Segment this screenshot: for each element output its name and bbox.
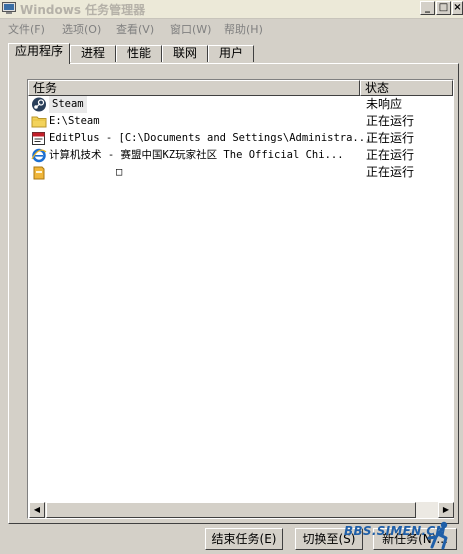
tab-users[interactable]: 用户	[208, 45, 254, 62]
menu-bar: 文件(F) 选项(O) 查看(V) 窗口(W) 帮助(H)	[0, 19, 463, 37]
list-item[interactable]: E:\Steam 正在运行	[28, 113, 453, 130]
menu-help[interactable]: 帮助(H)	[224, 21, 263, 37]
title-bar[interactable]: Windows 任务管理器 _ □ ×	[0, 0, 463, 19]
task-status: 正在运行	[366, 148, 415, 162]
scroll-right-icon[interactable]: ▶	[438, 502, 454, 518]
application-icon	[33, 166, 45, 180]
menu-window[interactable]: 窗口(W)	[170, 21, 211, 37]
scroll-thumb[interactable]	[46, 502, 416, 518]
editplus-icon	[32, 132, 45, 145]
site-watermark: BBS.SIMEN.CN	[340, 520, 460, 550]
tab-networking[interactable]: 联网	[162, 45, 208, 62]
restore-button[interactable]: □	[436, 1, 451, 15]
task-status: 未响应	[366, 97, 403, 111]
task-name: 计算机技术 - 赛盟中国KZ玩家社区 The Official Chi...	[49, 149, 344, 161]
steam-icon	[32, 97, 46, 112]
end-task-button[interactable]: 结束任务(E)	[205, 528, 283, 550]
menu-options[interactable]: 选项(O)	[62, 21, 101, 37]
menu-view[interactable]: 查看(V)	[116, 21, 154, 37]
list-item[interactable]: Steam 未响应	[28, 96, 453, 113]
task-status: 正在运行	[366, 165, 415, 179]
list-item[interactable]: □ 正在运行	[28, 164, 453, 181]
menu-file[interactable]: 文件(F)	[8, 21, 45, 37]
ie-icon	[31, 148, 47, 163]
task-name: EditPlus - [C:\Documents and Settings\Ad…	[49, 132, 372, 144]
tab-performance[interactable]: 性能	[116, 45, 162, 62]
folder-icon	[31, 116, 47, 128]
minimize-button[interactable]: _	[420, 1, 435, 15]
task-name: □	[116, 166, 123, 178]
tab-processes[interactable]: 进程	[70, 45, 116, 62]
list-item[interactable]: EditPlus - [C:\Documents and Settings\Ad…	[28, 130, 453, 147]
task-status: 正在运行	[366, 114, 415, 128]
task-name: E:\Steam	[49, 115, 100, 127]
task-status: 正在运行	[366, 131, 415, 145]
task-manager-icon	[2, 2, 16, 14]
list-item[interactable]: 计算机技术 - 赛盟中国KZ玩家社区 The Official Chi... 正…	[28, 147, 453, 164]
horizontal-scrollbar[interactable]: ◀ ▶	[29, 502, 454, 518]
task-name: Steam	[49, 96, 87, 113]
scroll-left-icon[interactable]: ◀	[29, 502, 45, 518]
window-title: Windows 任务管理器	[20, 3, 146, 17]
column-header-status[interactable]: 状态	[360, 80, 453, 96]
runner-logo-icon	[427, 521, 448, 550]
close-button[interactable]: ×	[452, 1, 463, 15]
tab-applications[interactable]: 应用程序	[8, 43, 70, 64]
task-list[interactable]: 任务 状态 Steam 未响应 E:\Steam 正在运行 EditPlus -…	[27, 79, 454, 519]
column-header-task[interactable]: 任务	[28, 80, 360, 96]
